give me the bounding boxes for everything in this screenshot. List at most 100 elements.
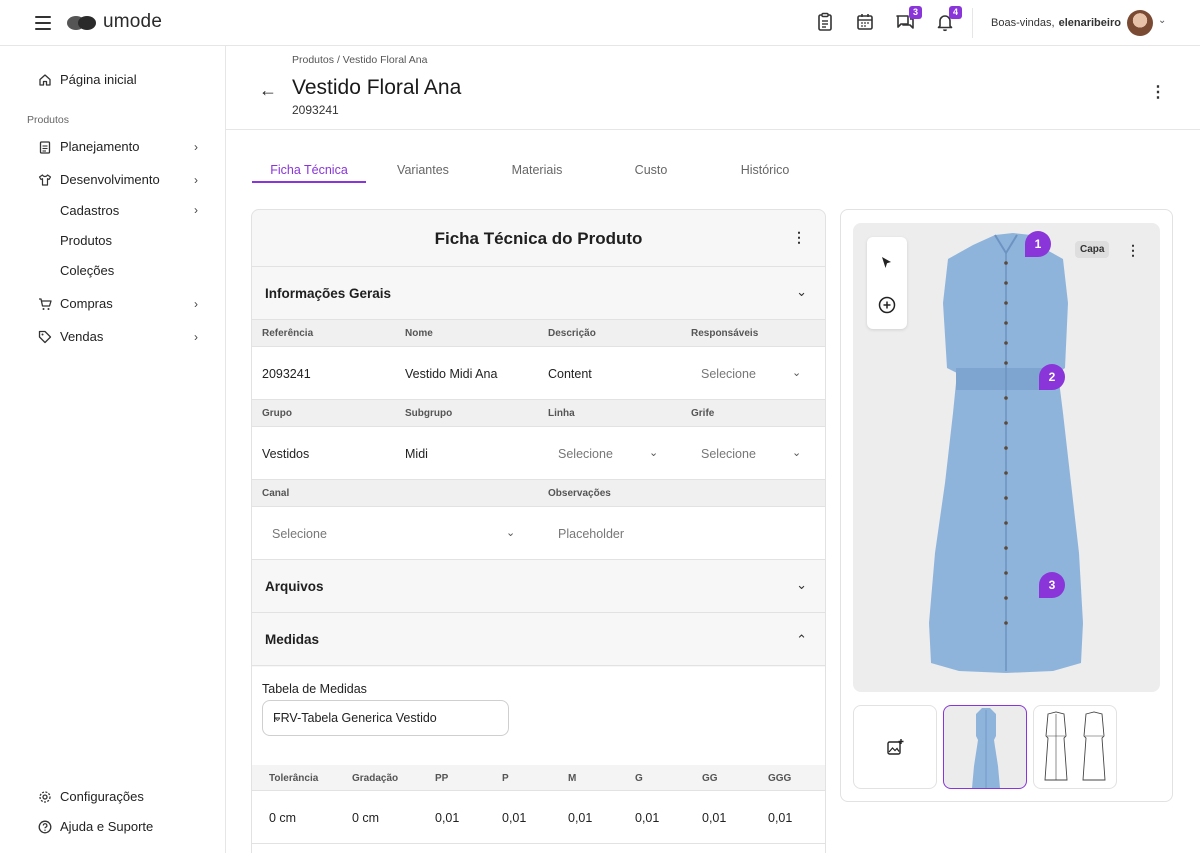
table-cell[interactable]: 0,01 (702, 811, 726, 825)
descricao-field[interactable]: Content (548, 367, 592, 381)
tab-historico[interactable]: Histórico (708, 163, 822, 177)
bell-icon[interactable]: 4 (935, 6, 962, 32)
nome-field[interactable]: Vestido Midi Ana (405, 367, 497, 381)
more-options-icon[interactable]: ⋮ (792, 229, 806, 246)
more-options-icon[interactable]: ⋮ (1126, 242, 1140, 259)
product-image-viewer[interactable]: Capa ⋮ 1 2 3 (853, 223, 1160, 692)
avatar[interactable] (1127, 10, 1153, 36)
more-options-icon[interactable]: ⋮ (1150, 82, 1166, 102)
tab-variantes[interactable]: Variantes (366, 163, 480, 177)
annotation-pin[interactable]: 1 (1025, 231, 1051, 257)
label-responsaveis: Responsáveis (691, 328, 759, 339)
welcome-label: Boas-vindas, (991, 17, 1055, 29)
referencia-field[interactable]: 2093241 (262, 367, 311, 381)
sidebar-item-ajuda[interactable]: Ajuda e Suporte (38, 819, 200, 834)
divider (226, 129, 1200, 130)
table-cell[interactable]: 0 cm (269, 811, 296, 825)
card-title: Ficha Técnica do Produto (434, 229, 643, 248)
sidebar-item-label: Coleções (60, 263, 115, 278)
chevron-down-icon[interactable]: ⌄ (792, 446, 801, 459)
label-subgrupo: Subgrupo (405, 408, 453, 419)
tab-materiais[interactable]: Materiais (480, 163, 594, 177)
image-thumbnail-selected[interactable] (943, 705, 1027, 789)
home-icon (38, 73, 52, 87)
tab-custo[interactable]: Custo (594, 163, 708, 177)
clipboard-icon[interactable] (815, 12, 835, 32)
annotation-toolbox (867, 237, 907, 329)
annotation-pin[interactable]: 2 (1039, 364, 1065, 390)
table-cell[interactable]: 0,01 (502, 811, 526, 825)
sidebar-item-configuracoes[interactable]: Configurações (38, 789, 200, 804)
label-descricao: Descrição (548, 328, 596, 339)
sidebar-item-produtos[interactable]: Produtos (60, 233, 200, 248)
pointer-icon[interactable] (879, 255, 895, 274)
messages-badge: 3 (909, 6, 922, 19)
image-thumbnail-sketch[interactable] (1033, 705, 1117, 789)
image-panel: Capa ⋮ 1 2 3 (840, 209, 1173, 802)
field-labels-row: Grupo Subgrupo Linha Grife (252, 400, 825, 427)
gear-icon (38, 790, 52, 804)
add-image-button[interactable] (853, 705, 937, 789)
section-informacoes-gerais[interactable]: Informações Gerais ⌄ (252, 267, 825, 320)
sidebar-item-home[interactable]: Página inicial (38, 72, 200, 87)
app-logo[interactable]: umode (67, 11, 162, 33)
table-header-cell: GG (702, 773, 718, 784)
logo-text: umode (103, 11, 163, 32)
back-arrow-icon[interactable]: ← (259, 80, 277, 101)
grife-select[interactable]: Selecione (701, 447, 756, 461)
sidebar-item-colecoes[interactable]: Coleções (60, 263, 200, 278)
add-comment-icon[interactable] (878, 296, 896, 317)
observacoes-input[interactable]: Placeholder (558, 527, 624, 541)
chevron-up-icon[interactable]: ⌃ (796, 632, 807, 648)
chevron-down-icon[interactable]: ⌄ (1158, 15, 1166, 26)
chevron-right-icon: › (194, 203, 198, 217)
annotation-pin[interactable]: 3 (1039, 572, 1065, 598)
label-linha: Linha (548, 408, 575, 419)
grupo-field[interactable]: Vestidos (262, 447, 309, 461)
field-labels-row: Referência Nome Descrição Responsáveis (252, 320, 825, 347)
section-arquivos[interactable]: Arquivos ⌄ (252, 560, 825, 613)
table-cell[interactable]: 0,01 (435, 811, 459, 825)
table-cell[interactable]: 0,01 (635, 811, 659, 825)
menu-icon[interactable] (35, 16, 51, 30)
calendar-icon[interactable] (855, 12, 875, 32)
label-observacoes: Observações (548, 488, 611, 499)
linha-select[interactable]: Selecione (558, 447, 613, 461)
section-medidas[interactable]: Medidas ⌃ (252, 613, 825, 666)
chevron-right-icon: › (194, 296, 198, 311)
chevron-down-icon: ⌄ (273, 712, 283, 724)
divider (972, 8, 973, 38)
section-title: Arquivos (265, 579, 324, 594)
add-image-icon (886, 738, 904, 759)
table-header-cell: Gradação (352, 773, 399, 784)
chevron-down-icon[interactable]: ⌄ (506, 526, 515, 539)
measure-table-select[interactable]: FRV-Tabela Generica Vestido ⌄ (262, 700, 509, 736)
breadcrumb[interactable]: Produtos / Vestido Floral Ana (292, 54, 427, 66)
chevron-down-icon[interactable]: ⌄ (649, 446, 658, 459)
chevron-down-icon[interactable]: ⌄ (792, 366, 801, 379)
table-cell[interactable]: 0,01 (768, 811, 792, 825)
sidebar-item-compras[interactable]: Compras › (38, 296, 200, 311)
chevron-down-icon[interactable]: ⌄ (796, 577, 807, 593)
page-title: Vestido Floral Ana (292, 76, 462, 99)
label-nome: Nome (405, 328, 433, 339)
section-title: Informações Gerais (265, 286, 392, 301)
canal-select[interactable]: Selecione (272, 527, 327, 541)
sidebar-item-planejamento[interactable]: Planejamento › (38, 139, 200, 154)
field-values-row: Selecione ⌄ Placeholder (252, 507, 825, 560)
tech-sheet-card: Ficha Técnica do Produto ⋮ Informações G… (251, 209, 826, 853)
tab-ficha-tecnica[interactable]: Ficha Técnica (252, 163, 366, 177)
sidebar-item-cadastros[interactable]: Cadastros › (60, 203, 200, 218)
sidebar-item-label: Produtos (60, 233, 113, 248)
table-cell[interactable]: 0 cm (352, 811, 379, 825)
sidebar-item-desenvolvimento[interactable]: Desenvolvimento › (38, 172, 200, 187)
table-cell[interactable]: 0,01 (568, 811, 592, 825)
chevron-down-icon[interactable]: ⌄ (796, 284, 807, 300)
responsaveis-select[interactable]: Selecione (701, 367, 756, 381)
logo-mark-icon (67, 12, 97, 32)
table-header-cell: Tolerância (269, 773, 319, 784)
messages-icon[interactable]: 3 (895, 6, 922, 32)
sidebar-item-label: Compras (60, 296, 113, 311)
subgrupo-field[interactable]: Midi (405, 447, 428, 461)
sidebar-item-vendas[interactable]: Vendas › (38, 329, 200, 344)
